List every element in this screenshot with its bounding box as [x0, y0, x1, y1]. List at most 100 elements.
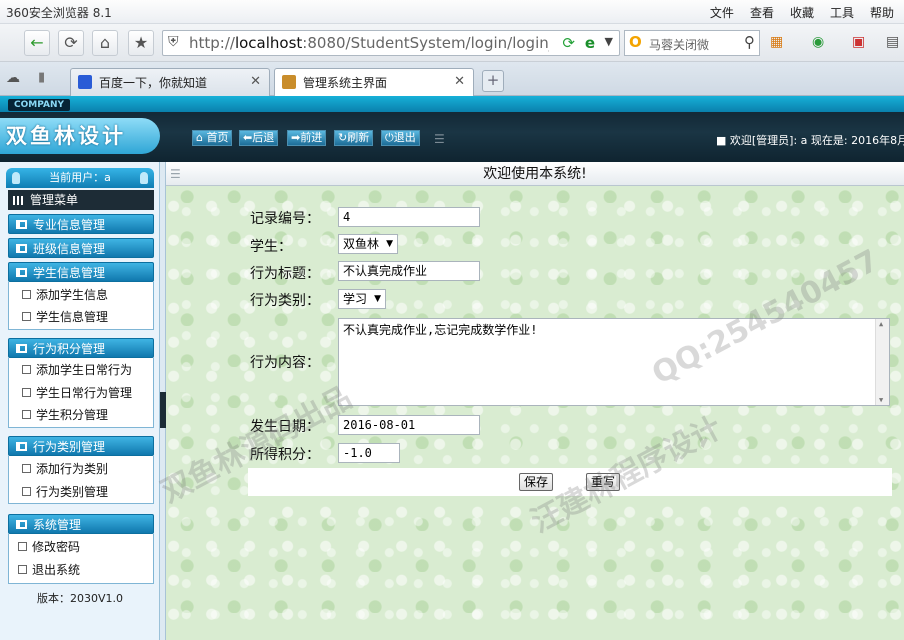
brand-logo: 双鱼林设计 [0, 118, 160, 154]
company-badge: COMPANY [8, 99, 70, 111]
browser-menu-bar: 文件 查看 收藏 工具 帮助 [710, 4, 894, 21]
group-label: 班级信息管理 [33, 242, 106, 256]
item-label: 添加学生信息 [36, 288, 109, 302]
tab-baidu[interactable]: 百度一下，你就知道 ✕ [70, 68, 270, 96]
sidebar-group-major[interactable]: 专业信息管理 [8, 214, 154, 234]
close-tab-icon[interactable]: ✕ [250, 74, 261, 89]
forward-nav-button[interactable]: ➡前进 [287, 130, 327, 146]
address-url[interactable]: http://localhost:8080/StudentSystem/logi… [189, 34, 549, 52]
sidebar-group-system[interactable]: 系统管理 [8, 514, 154, 534]
folder-icon [16, 244, 27, 253]
main-title-bar: ☰ 欢迎使用本系统! [166, 162, 904, 186]
cloud-icon[interactable]: ☁ [6, 70, 20, 86]
apps-grid-icon[interactable]: ▦ [770, 34, 783, 50]
header-grip-icon: ☰ [434, 132, 445, 146]
back-nav-label: 后退 [252, 131, 275, 144]
page-icon [22, 388, 31, 397]
sidebar: 当前用户：a 管理菜单 专业信息管理 班级信息管理 学生信息管理 添加学生信息 … [0, 162, 160, 640]
page-icon [22, 487, 31, 496]
safety-icon[interactable]: ◉ [812, 34, 824, 50]
scroll-up-icon[interactable]: ▲ [879, 320, 883, 328]
home-nav-button[interactable]: ⌂ 首页 [192, 130, 233, 146]
group-label: 学生信息管理 [33, 266, 106, 280]
url-host: localhost [234, 34, 303, 52]
behavior-content-textarea[interactable]: 不认真完成作业,忘记完成数学作业! ▲ ▼ [338, 318, 890, 406]
student-select[interactable]: 双鱼林 ▼ [338, 234, 398, 254]
sidebar-item-student-manage[interactable]: 学生信息管理 [8, 306, 152, 328]
back-button[interactable]: ← [24, 30, 50, 56]
sidebar-group-behavior-points[interactable]: 行为积分管理 [8, 338, 154, 358]
sidebar-group-student[interactable]: 学生信息管理 [8, 262, 154, 282]
forward-nav-label: 前进 [300, 131, 323, 144]
current-user-label: 当前用户：a [49, 171, 111, 184]
phone-icon[interactable]: ▮ [38, 70, 45, 85]
item-label: 修改密码 [32, 540, 81, 554]
form-button-row: 保存 重写 [248, 468, 892, 496]
back-arrow-icon: ← [30, 33, 44, 52]
menu-file[interactable]: 文件 [710, 4, 734, 21]
menu-grid-icon [13, 196, 25, 205]
welcome-message: 欢迎[管理员]: a 现在是: 2016年8月 [729, 134, 904, 147]
main-content: ☰ 欢迎使用本系统! 记录编号： 4 学生： 双鱼林 ▼ 行为标题： 不认真完成… [166, 162, 904, 640]
sidebar-item-points-manage[interactable]: 学生积分管理 [8, 404, 152, 426]
favorite-button[interactable]: ★ [128, 30, 154, 56]
sidebar-item-add-behavior[interactable]: 添加学生日常行为 [8, 359, 152, 381]
new-tab-button[interactable]: + [482, 70, 504, 92]
close-tab-icon[interactable]: ✕ [454, 74, 465, 89]
ie-mode-icon[interactable]: e [585, 34, 595, 52]
menu-view[interactable]: 查看 [750, 4, 774, 21]
save-button[interactable]: 保存 [519, 473, 554, 491]
folder-icon [16, 520, 27, 529]
logout-nav-button[interactable]: ⏻退出 [381, 130, 420, 146]
sidebar-item-logout[interactable]: 退出系统 [8, 559, 152, 581]
menu-help[interactable]: 帮助 [870, 4, 894, 21]
search-input[interactable]: 马蓉关闭微 [649, 36, 729, 53]
sidebar-group-behavior-type[interactable]: 行为类别管理 [8, 436, 154, 456]
url-scheme: http:// [189, 34, 235, 52]
search-icon[interactable]: ⚲ [744, 33, 755, 51]
search-engine-logo-icon: O [629, 33, 642, 51]
content-text: 不认真完成作业,忘记完成数学作业! [343, 323, 538, 337]
home-button[interactable]: ⌂ [92, 30, 118, 56]
browser-titlebar: 360安全浏览器 8.1 文件 查看 收藏 工具 帮助 [0, 0, 904, 24]
sidebar-group-class[interactable]: 班级信息管理 [8, 238, 154, 258]
page-icon [22, 290, 31, 299]
item-label: 添加行为类别 [36, 462, 109, 476]
sidebar-item-change-password[interactable]: 修改密码 [8, 536, 152, 558]
item-label: 学生日常行为管理 [36, 386, 133, 400]
behavior-content-label: 行为内容： [250, 355, 320, 371]
folder-icon [16, 220, 27, 229]
menu-favorites[interactable]: 收藏 [790, 4, 814, 21]
address-bar[interactable]: ⛨ http://localhost:8080/StudentSystem/lo… [162, 30, 620, 56]
page-image-icon [282, 75, 296, 89]
refresh-nav-label: 刷新 [347, 131, 370, 144]
dropdown-arrow-icon[interactable]: ▼ [605, 35, 613, 48]
points-field[interactable]: -1.0 [338, 443, 400, 463]
occur-date-field[interactable]: 2016-08-01 [338, 415, 480, 435]
behavior-title-field[interactable]: 不认真完成作业 [338, 261, 480, 281]
group-label: 系统管理 [33, 518, 82, 532]
version-text: 版本：2030V1.0 [36, 592, 123, 605]
pin-icon [140, 172, 148, 184]
record-id-field[interactable]: 4 [338, 207, 480, 227]
bag-icon[interactable]: ▤ [886, 34, 899, 50]
menu-tools[interactable]: 工具 [830, 4, 854, 21]
page-icon [22, 312, 31, 321]
sidebar-item-add-student[interactable]: 添加学生信息 [8, 284, 152, 306]
sidebar-item-add-type[interactable]: 添加行为类别 [8, 458, 152, 480]
points-label: 所得积分： [250, 447, 320, 463]
refresh-nav-button[interactable]: ↻刷新 [334, 130, 374, 146]
search-box[interactable]: O 马蓉关闭微 ⚲ [624, 30, 760, 56]
refresh-button[interactable]: ⟳ [58, 30, 84, 56]
scroll-down-icon[interactable]: ▼ [879, 396, 883, 404]
back-nav-button[interactable]: ⬅后退 [239, 130, 279, 146]
reset-button[interactable]: 重写 [586, 473, 621, 491]
folder-icon [16, 268, 27, 277]
reload-icon[interactable]: ⟳ [562, 34, 575, 52]
textarea-scrollbar[interactable]: ▲ ▼ [875, 319, 889, 405]
reader-icon[interactable]: ▣ [852, 34, 865, 50]
behavior-type-select[interactable]: 学习 ▼ [338, 289, 386, 309]
tab-admin-main[interactable]: 管理系统主界面 ✕ [274, 68, 474, 96]
sidebar-item-type-manage[interactable]: 行为类别管理 [8, 481, 152, 503]
sidebar-item-behavior-manage[interactable]: 学生日常行为管理 [8, 382, 152, 404]
